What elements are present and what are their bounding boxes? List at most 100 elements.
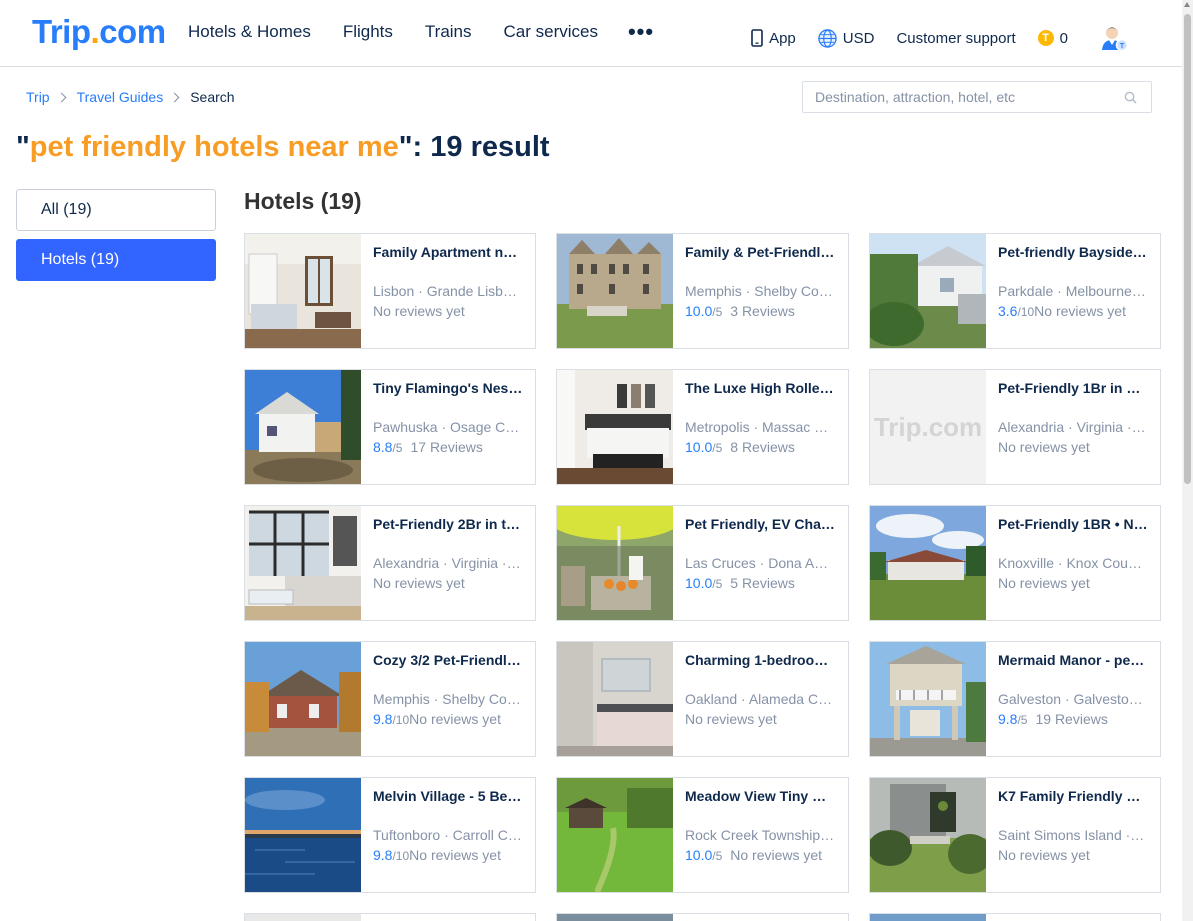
hotel-card[interactable]: Mermaid Manor - pet friendly Galveston · … [869,641,1161,757]
hotel-card[interactable]: The Luxe High Roller Suite Metropolis · M… [556,369,849,485]
hotel-info: Pet Friendly, EV Charger, Hot Tub Las Cru… [673,506,847,620]
hotel-card[interactable]: Cozy 3/2 Pet-Friendly Home Memphis · Shel… [244,641,536,757]
hotel-card-partial[interactable] [869,913,1161,921]
hotel-name[interactable]: Mermaid Manor - pet friendly [998,652,1148,669]
filter-tab-hotels[interactable]: Hotels (19) [16,239,216,281]
hotel-name[interactable]: Pet-Friendly 1Br in Old Town [998,380,1148,397]
logo-tld: com [99,13,166,50]
hotel-card[interactable]: Tiny Flamingo's Nest - Pet Friendly Pawhu… [244,369,536,485]
hotel-name[interactable]: Pet Friendly, EV Charger, Hot Tub [685,516,835,533]
rating-scale: /5 [712,577,723,591]
rating-score: 9.8 [373,711,393,727]
hotel-card[interactable]: Pet Friendly, EV Charger, Hot Tub Las Cru… [556,505,849,621]
rating-score: 10.0 [685,439,713,455]
hotel-card-partial[interactable] [556,913,849,921]
hotel-card[interactable]: K7 Family Friendly Cottage Saint Simons I… [869,777,1161,893]
hotel-info: Melvin Village - 5 Bedroom Lake House Tuf… [361,778,535,892]
hotel-location: Memphis · Shelby County · Tennessee [685,283,835,299]
rating-scale: /10 [1017,305,1035,319]
hotel-rating: 10.0/5 5 Reviews [685,575,835,591]
rating-scale: /5 [712,441,723,455]
hotel-location: Memphis · Shelby County · Tennessee [373,691,523,707]
hotel-photo[interactable] [870,778,986,892]
hotel-photo[interactable] [245,370,361,484]
hotel-photo[interactable] [557,778,673,892]
nav-trains[interactable]: Trains [425,22,472,42]
user-avatar-icon[interactable]: T [1098,22,1130,54]
hotel-card[interactable]: Melvin Village - 5 Bedroom Lake House Tuf… [244,777,536,893]
nav-hotels-homes[interactable]: Hotels & Homes [188,22,311,42]
review-count: No reviews yet [373,575,465,591]
hotel-card[interactable]: Pet-Friendly 2Br in the Heart of Town Ale… [244,505,536,621]
hotel-location: Alexandria · Virginia · United States [373,555,523,571]
hotel-name[interactable]: The Luxe High Roller Suite [685,380,835,397]
hotel-photo[interactable] [870,506,986,620]
hotel-name[interactable]: Meadow View Tiny House [685,788,835,805]
hotel-location: Alexandria · Virginia · United States [998,419,1148,435]
hotel-photo[interactable] [557,642,673,756]
scroll-up-arrow-icon[interactable] [1184,2,1190,7]
title-quote: " [16,131,30,163]
trip-coins[interactable]: T 0 [1037,30,1068,47]
hotel-photo[interactable] [870,642,986,756]
nav-more-button[interactable]: ••• [628,21,654,43]
hotel-photo[interactable] [557,506,673,620]
search-icon[interactable] [1124,91,1137,104]
hotel-card[interactable]: Pet-Friendly 1BR • Near Downtown Knoxvill… [869,505,1161,621]
filter-tab-all[interactable]: All (19) [16,189,216,231]
hotel-name[interactable]: Cozy 3/2 Pet-Friendly Home [373,652,523,669]
hotel-name[interactable]: Pet-Friendly 1BR • Near Downtown [998,516,1148,533]
hotel-name[interactable]: Charming 1-bedroom Pet-Friendly Condo [685,652,835,669]
currency-selector[interactable]: USD [818,28,875,48]
scrollbar-thumb[interactable] [1184,14,1191,484]
logo-dot: . [90,13,100,50]
search-input[interactable] [815,89,1115,105]
hotel-photo[interactable] [245,506,361,620]
hotel-card[interactable]: Family Apartment near Tejo w/ Parking, G… [244,233,536,349]
hotel-card[interactable]: Trip.com Pet-Friendly 1Br in Old Town Alex… [869,369,1161,485]
hotel-photo[interactable] [870,234,986,348]
breadcrumb-trip[interactable]: Trip [26,89,50,105]
hotel-name[interactable]: Tiny Flamingo's Nest - Pet Friendly [373,380,523,397]
hotel-location: Tuftonboro · Carroll County · New Hampsh… [373,827,523,843]
hotel-photo[interactable]: Trip.com [870,370,986,484]
hotel-rating: No reviews yet [373,575,523,591]
nav-car-services[interactable]: Car services [504,22,598,42]
hotel-name[interactable]: Pet-friendly Bayside Cottage [998,244,1148,261]
hotel-info: The Luxe High Roller Suite Metropolis · M… [673,370,847,484]
hotel-name[interactable]: Family & Pet-Friendly Retreat [685,244,835,261]
hotel-rating: 10.0/5 3 Reviews [685,303,835,319]
hotel-photo[interactable] [245,642,361,756]
review-count: 5 Reviews [730,575,795,591]
hotel-location: Saint Simons Island · Glynn County · Geo… [998,827,1148,843]
hotel-photo[interactable] [245,778,361,892]
hotel-name[interactable]: Family Apartment near Tejo w/ Parking, G… [373,244,523,261]
breadcrumb-travel-guides[interactable]: Travel Guides [77,89,164,105]
hotel-card-partial[interactable] [244,913,536,921]
hotel-rating: 9.8/10No reviews yet [373,847,523,863]
hotel-photo[interactable] [557,234,673,348]
customer-support-link[interactable]: Customer support [896,30,1015,47]
hotel-photo[interactable] [557,370,673,484]
hotel-card[interactable]: Pet-friendly Bayside Cottage Parkdale · M… [869,233,1161,349]
rating-scale: /5 [712,305,723,319]
nav-flights[interactable]: Flights [343,22,393,42]
rating-scale: /5 [1017,713,1028,727]
hotel-name[interactable]: Melvin Village - 5 Bedroom Lake House [373,788,523,805]
hotel-location: Parkdale · Melbourne · Victoria [998,283,1148,299]
hotel-card[interactable]: Charming 1-bedroom Pet-Friendly Condo Oak… [556,641,849,757]
hotel-location: Knoxville · Knox County · Tennessee [998,555,1148,571]
hotel-name[interactable]: K7 Family Friendly Cottage [998,788,1148,805]
review-count: 17 Reviews [410,439,483,455]
hotel-card[interactable]: Family & Pet-Friendly Retreat Memphis · S… [556,233,849,349]
hotel-info: Meadow View Tiny House Rock Creek Townshi… [673,778,847,892]
review-count: 3 Reviews [730,303,795,319]
hotel-location: Lisbon · Grande Lisboa · Portugal [373,283,523,299]
hotel-card[interactable]: Meadow View Tiny House Rock Creek Townshi… [556,777,849,893]
hotel-photo[interactable] [245,234,361,348]
hotel-name[interactable]: Pet-Friendly 2Br in the Heart of Town [373,516,523,533]
page-scrollbar[interactable] [1182,0,1193,921]
app-download-link[interactable]: App [751,29,796,47]
trip-logo[interactable]: Trip.com [32,13,166,51]
currency-label: USD [842,29,875,47]
